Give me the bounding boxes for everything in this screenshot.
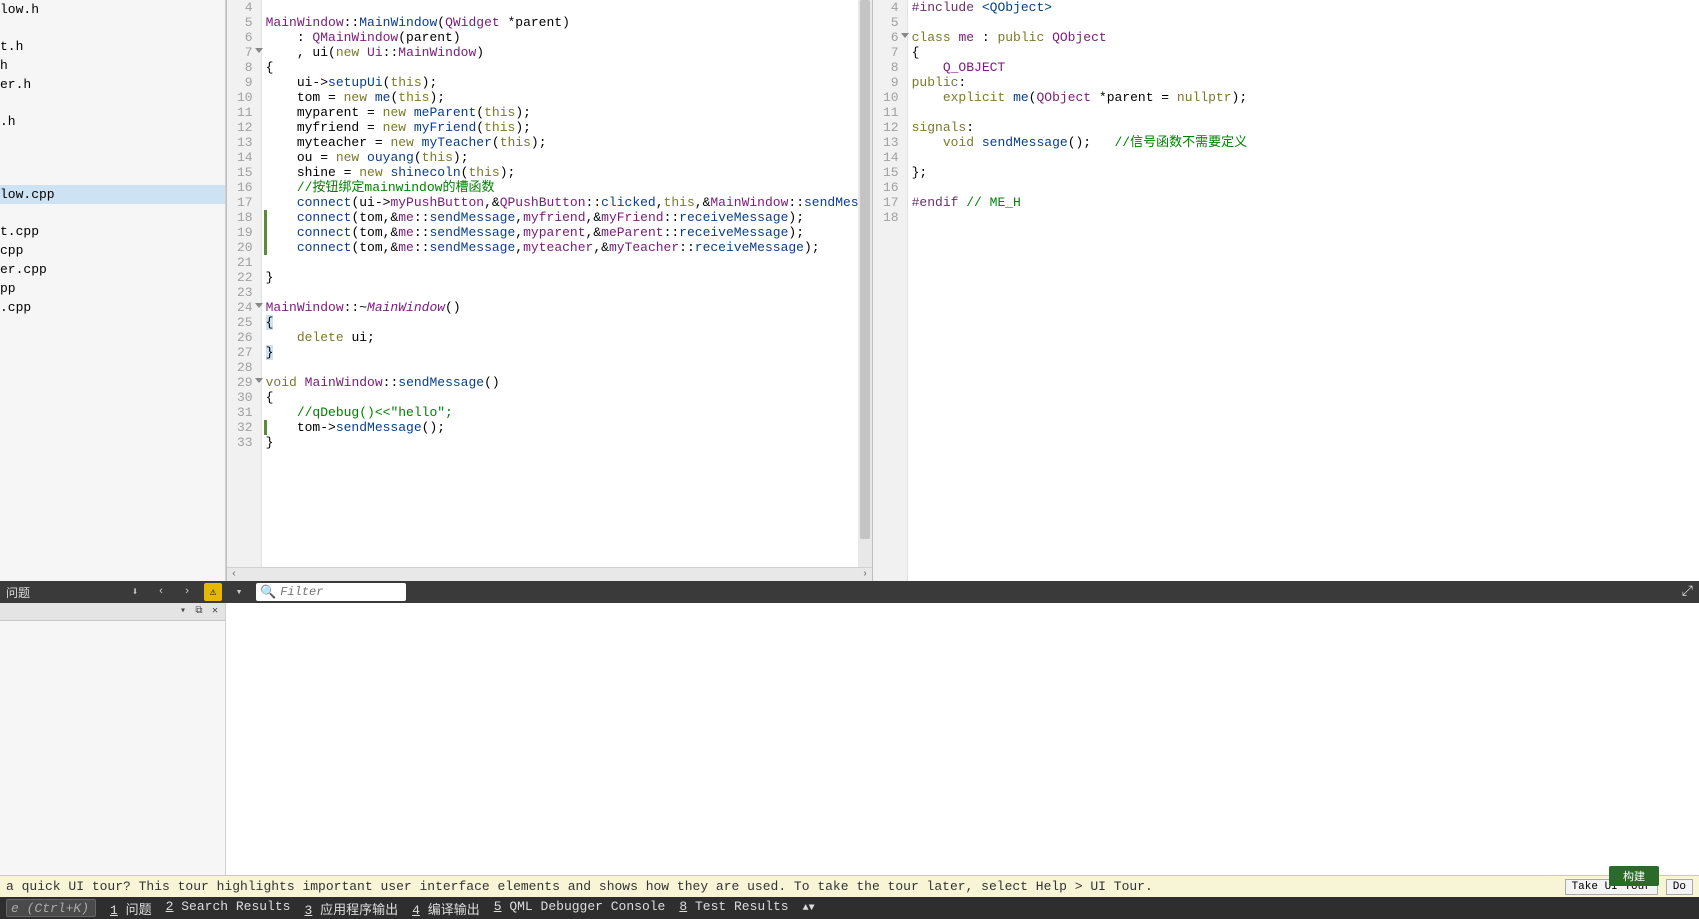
filter-icon[interactable]: ▾ — [230, 583, 248, 601]
issues-title: 问题 — [6, 584, 30, 601]
dropdown-icon[interactable]: ▾ — [176, 605, 190, 619]
file-item[interactable]: h — [0, 56, 225, 75]
issues-output-body — [226, 603, 1699, 875]
file-item — [0, 131, 225, 149]
project-sidebar[interactable]: low.h t.hher.h .h low.cpp t.cppcpper.cpp… — [0, 0, 226, 581]
file-item[interactable]: t.cpp — [0, 222, 225, 241]
status-bar: e (Ctrl+K) 1 问题 2 Search Results 3 应用程序输出 4… — [0, 897, 1699, 919]
build-badge: 构建 — [1609, 866, 1659, 886]
file-item[interactable]: .cpp — [0, 298, 225, 317]
file-item — [0, 19, 225, 37]
vertical-scrollbar[interactable] — [858, 0, 872, 567]
output-tab[interactable]: 8 Test Results — [679, 899, 788, 918]
file-item[interactable]: t.h — [0, 37, 225, 56]
tour-message: a quick UI tour? This tour highlights im… — [6, 879, 1557, 894]
output-tab[interactable]: 5 QML Debugger Console — [494, 899, 666, 918]
line-gutter-right: 456789101112131415161718 — [873, 0, 908, 581]
scroll-left-icon[interactable]: ‹ — [229, 569, 239, 580]
horizontal-scrollbar[interactable]: ‹ › — [227, 567, 872, 581]
issues-toolbar: 问题 ⬇ ‹ › ⚠ ▾ 🔍 ⤢ — [0, 581, 1699, 603]
warning-icon[interactable]: ⚠ — [204, 583, 222, 601]
file-item — [0, 167, 225, 185]
expand-icon[interactable]: ⤢ — [1682, 584, 1693, 600]
output-tab[interactable]: 1 问题 — [110, 899, 152, 918]
file-item — [0, 204, 225, 222]
issues-filter[interactable]: 🔍 — [256, 583, 406, 601]
close-panel-icon[interactable]: ✕ — [208, 605, 222, 619]
editor-pane-right[interactable]: 456789101112131415161718 #include <QObje… — [872, 0, 1699, 581]
code-content-right[interactable]: #include <QObject> class me : public QOb… — [908, 0, 1699, 581]
search-icon: 🔍 — [260, 585, 276, 600]
file-item — [0, 94, 225, 112]
file-item[interactable]: pp — [0, 279, 225, 298]
ui-tour-banner: a quick UI tour? This tour highlights im… — [0, 875, 1699, 897]
output-tab[interactable]: 3 应用程序输出 — [304, 899, 398, 918]
split-icon[interactable]: ⧉ — [192, 605, 206, 619]
issues-filter-input[interactable] — [280, 585, 390, 599]
build-icon[interactable]: ⬇ — [126, 583, 144, 601]
dont-show-button[interactable]: Do — [1666, 879, 1693, 895]
output-tab[interactable]: 2 Search Results — [166, 899, 291, 918]
scroll-right-icon[interactable]: › — [860, 569, 870, 580]
output-tab[interactable]: 4 编译输出 — [412, 899, 480, 918]
output-sidebar: ▾ ⧉ ✕ — [0, 603, 226, 875]
file-item[interactable]: low.cpp — [0, 185, 225, 204]
file-item[interactable]: cpp — [0, 241, 225, 260]
prev-issue-icon[interactable]: ‹ — [152, 583, 170, 601]
line-gutter-left: 4567891011121314151617181920212223242526… — [227, 0, 262, 567]
file-item[interactable]: er.cpp — [0, 260, 225, 279]
code-content-left[interactable]: MainWindow::MainWindow(QWidget *parent) … — [262, 0, 872, 567]
output-selector-icon[interactable]: ▲▼ — [803, 903, 815, 914]
file-item[interactable]: er.h — [0, 75, 225, 94]
file-item[interactable]: low.h — [0, 0, 225, 19]
next-issue-icon[interactable]: › — [178, 583, 196, 601]
file-item[interactable]: .h — [0, 112, 225, 131]
editor-pane-left[interactable]: 4567891011121314151617181920212223242526… — [226, 0, 872, 581]
locator-input[interactable]: e (Ctrl+K) — [6, 899, 96, 917]
file-item — [0, 149, 225, 167]
